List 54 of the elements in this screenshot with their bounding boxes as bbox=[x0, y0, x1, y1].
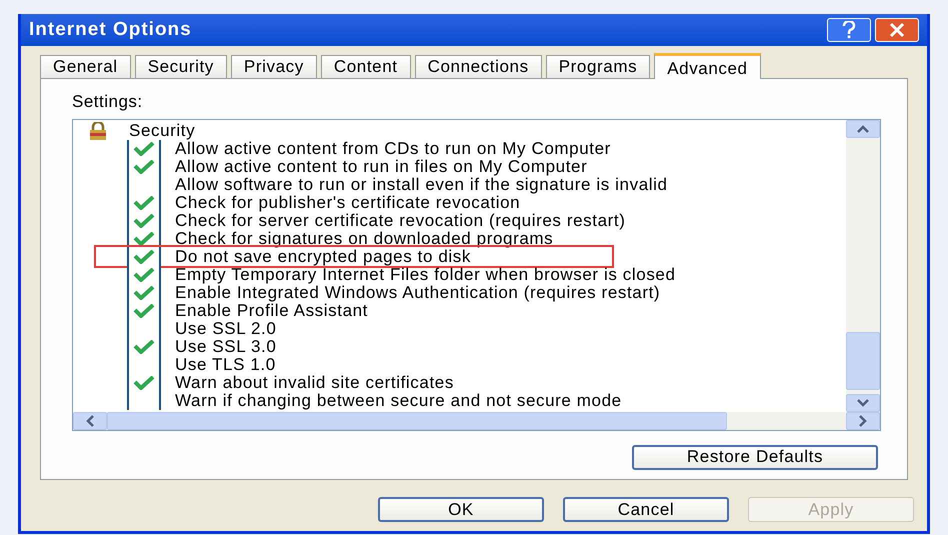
setting-label: Use SSL 3.0 bbox=[175, 338, 276, 356]
setting-label: Check for server certificate revocation (requires restart) bbox=[175, 212, 626, 230]
dialog-button[interactable]: OK bbox=[378, 497, 544, 522]
vertical-scrollbar[interactable] bbox=[846, 120, 880, 412]
scroll-left-button[interactable] bbox=[73, 412, 107, 430]
setting-label: Empty Temporary Internet Files folder when browser is closed bbox=[175, 266, 676, 284]
checkmark-icon bbox=[133, 286, 155, 300]
scroll-up-button[interactable] bbox=[846, 120, 880, 138]
checkmark-icon bbox=[133, 250, 155, 264]
checkmark-icon bbox=[133, 142, 155, 156]
close-button[interactable] bbox=[875, 18, 919, 42]
category-label: Security bbox=[129, 122, 196, 140]
setting-label: Allow active content to run in files on My Computer bbox=[175, 158, 588, 176]
window-title: Internet Options bbox=[29, 18, 192, 42]
close-icon bbox=[889, 22, 905, 38]
help-button[interactable] bbox=[827, 18, 871, 42]
tab[interactable]: Privacy bbox=[230, 55, 317, 78]
checkmark-icon bbox=[133, 160, 155, 174]
checkmark-icon bbox=[133, 232, 155, 246]
checkmark-icon bbox=[133, 304, 155, 318]
scroll-thumb[interactable] bbox=[846, 332, 880, 390]
scroll-thumb[interactable] bbox=[107, 412, 727, 430]
horizontal-scrollbar[interactable] bbox=[73, 412, 880, 430]
tab[interactable]: Advanced bbox=[654, 53, 761, 79]
checkmark-icon bbox=[133, 214, 155, 228]
setting-label: Allow software to run or install even if the signature is invalid bbox=[175, 176, 668, 194]
lock-icon bbox=[87, 122, 109, 140]
setting-label: Warn if changing between secure and not secure mode bbox=[175, 392, 622, 410]
setting-label: Enable Integrated Windows Authentication (requires restart) bbox=[175, 284, 660, 302]
checkmark-icon bbox=[133, 376, 155, 390]
checkbox[interactable] bbox=[127, 392, 161, 410]
setting-label: Warn about invalid site certificates bbox=[175, 374, 454, 392]
setting-label: Use TLS 1.0 bbox=[175, 356, 276, 374]
checkmark-icon bbox=[133, 268, 155, 282]
setting-label: Allow active content from CDs to run on My Computer bbox=[175, 140, 611, 158]
checkmark-icon bbox=[133, 340, 155, 354]
tab[interactable]: General bbox=[40, 55, 131, 78]
setting-label: Enable Profile Assistant bbox=[175, 302, 368, 320]
setting-label: Do not save encrypted pages to disk bbox=[175, 248, 471, 266]
tab[interactable]: Content bbox=[320, 55, 411, 78]
tab[interactable]: Programs bbox=[546, 55, 650, 78]
tab[interactable]: Connections bbox=[414, 55, 542, 78]
tab[interactable]: Security bbox=[134, 55, 227, 78]
restore-defaults-button[interactable]: Restore Defaults bbox=[632, 444, 878, 470]
settings-label: Settings: bbox=[72, 91, 144, 113]
dialog-button[interactable]: Cancel bbox=[563, 497, 729, 522]
checkmark-icon bbox=[133, 196, 155, 210]
help-icon bbox=[842, 21, 856, 39]
scroll-down-button[interactable] bbox=[846, 394, 880, 412]
setting-label: Check for publisher's certificate revocation bbox=[175, 194, 520, 212]
scroll-right-button[interactable] bbox=[846, 412, 880, 430]
setting-label: Check for signatures on downloaded programs bbox=[175, 230, 554, 248]
checkbox[interactable] bbox=[127, 248, 161, 266]
setting-label: Use SSL 2.0 bbox=[175, 320, 276, 338]
